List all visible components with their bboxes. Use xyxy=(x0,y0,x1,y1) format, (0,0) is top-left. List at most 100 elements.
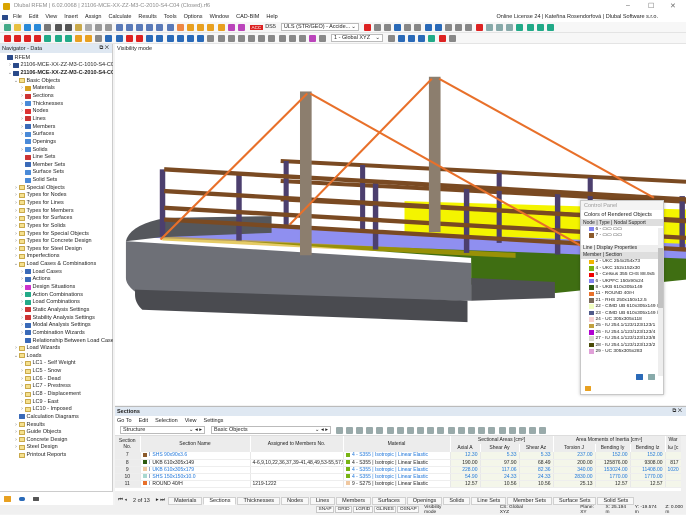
tab-solid-sets[interactable]: Solid Sets xyxy=(597,496,635,505)
open-icon[interactable] xyxy=(13,23,21,31)
measure-icon[interactable] xyxy=(319,34,327,42)
tree-item[interactable]: ⌄21106-MCE-XX-ZZ-M3-C-2010-S4-C04 (Close… xyxy=(0,69,113,77)
menu-assign[interactable]: Assign xyxy=(85,14,102,20)
col-section-no[interactable]: Section No. xyxy=(115,436,141,452)
group-member-section[interactable]: Member | Section xyxy=(581,251,663,259)
color-swatch[interactable] xyxy=(589,342,594,348)
result-icon[interactable] xyxy=(227,23,235,31)
load2-icon[interactable] xyxy=(394,23,402,31)
select-icon[interactable] xyxy=(335,426,343,434)
line-d-icon[interactable] xyxy=(288,34,296,42)
member-icon[interactable] xyxy=(23,34,31,42)
object-type-select[interactable]: Basic Objects ⌄ ◂ ▸ xyxy=(211,426,331,434)
cell-section-name[interactable]: I SHS 150x150x10.0 xyxy=(140,473,251,481)
apply-colors-icon[interactable] xyxy=(636,374,643,380)
tab-surfaces[interactable]: Surfaces xyxy=(372,496,406,505)
color-swatch[interactable] xyxy=(589,310,594,316)
tree-item[interactable]: › Imperfections xyxy=(0,253,113,261)
tree-item[interactable]: › Types for Surfaces xyxy=(0,214,113,222)
color-swatch[interactable] xyxy=(589,317,594,322)
tree-item[interactable]: › LC7 - Prestress xyxy=(0,383,113,391)
tree-item[interactable]: › Nodes xyxy=(0,107,113,115)
snap2-icon[interactable] xyxy=(115,34,123,42)
group-nodal-support[interactable]: Node | Type | Nodal Support xyxy=(581,219,663,226)
color-swatch[interactable] xyxy=(589,291,594,297)
color-swatch[interactable] xyxy=(589,233,594,238)
select2-icon[interactable] xyxy=(166,34,174,42)
color-swatch[interactable] xyxy=(589,266,594,271)
table-row[interactable]: 9 I UKB 610x305x179 4 - S355 | Isotropic | … xyxy=(115,466,682,474)
box-icon[interactable] xyxy=(485,23,493,31)
excel-icon[interactable] xyxy=(529,426,537,434)
axes-icon[interactable] xyxy=(516,23,524,31)
group-line-display[interactable]: Line | Display Properties xyxy=(581,244,663,252)
cell-section-name[interactable]: I ROUND 40/H xyxy=(140,480,251,488)
col-material[interactable]: Material xyxy=(343,436,451,452)
tree-item[interactable]: › LC1 - Self Weight xyxy=(0,360,113,368)
toggle-lgrid[interactable]: LGRID xyxy=(353,506,373,513)
dim-icon[interactable] xyxy=(74,34,82,42)
dim2-icon[interactable] xyxy=(85,34,93,42)
move2-icon[interactable] xyxy=(427,426,435,434)
tab-sections[interactable]: Sections xyxy=(203,496,237,505)
tree-item[interactable]: › Types for Solids xyxy=(0,222,113,230)
save-icon[interactable] xyxy=(54,23,62,31)
tree-item[interactable]: RFEM xyxy=(0,54,113,62)
color-swatch[interactable] xyxy=(589,278,594,284)
view4-icon[interactable] xyxy=(146,23,154,31)
tree-item[interactable]: ⌄ Load Cases & Combinations xyxy=(0,260,113,268)
tab-line-sets[interactable]: Line Sets xyxy=(471,496,507,505)
cut4-icon[interactable] xyxy=(237,34,245,42)
tree-item[interactable]: › Types for Steel Design xyxy=(0,245,113,253)
minimize-button[interactable]: – xyxy=(626,2,630,9)
tree-item[interactable]: › Sections xyxy=(0,92,113,100)
page-icon[interactable] xyxy=(85,23,93,31)
filter-icon[interactable] xyxy=(447,426,455,434)
tree-item[interactable]: › Solids xyxy=(0,146,113,154)
menu-tools[interactable]: Tools xyxy=(164,14,177,20)
view3-icon[interactable] xyxy=(136,23,144,31)
col-assigned-members[interactable]: Assigned to Members No. xyxy=(250,436,344,452)
tab-solids[interactable]: Solids xyxy=(443,496,471,505)
tree-item[interactable]: Printout Reports xyxy=(0,451,113,459)
sect2-icon[interactable] xyxy=(465,23,473,31)
color-swatch[interactable] xyxy=(589,226,594,232)
cut3-icon[interactable] xyxy=(227,34,235,42)
load3-icon[interactable] xyxy=(64,34,72,42)
print-icon[interactable] xyxy=(64,23,72,31)
grid2-icon[interactable] xyxy=(136,34,144,42)
tree-item[interactable]: Line Sets xyxy=(0,153,113,161)
calc4-icon[interactable] xyxy=(217,23,225,31)
control-panel-title[interactable]: Control Panel xyxy=(581,201,663,210)
load-icon[interactable] xyxy=(383,23,391,31)
cut5-icon[interactable] xyxy=(248,34,256,42)
color-swatch[interactable] xyxy=(589,304,594,309)
support-icon[interactable] xyxy=(34,34,42,42)
tab-openings[interactable]: Openings xyxy=(406,496,443,505)
tree-item[interactable]: › Static Analysis Settings xyxy=(0,306,113,314)
axes4-icon[interactable] xyxy=(546,23,554,31)
grid3-icon[interactable] xyxy=(146,34,154,42)
tree-item[interactable]: › Stability Analysis Settings xyxy=(0,314,113,322)
control-panel-scrollbar[interactable] xyxy=(658,228,663,376)
tree-item[interactable]: › Types for Members xyxy=(0,207,113,215)
render2-icon[interactable] xyxy=(397,34,405,42)
table-row[interactable]: 10 I SHS 150x150x10.0 4 - S355 | Isotropic … xyxy=(115,473,682,481)
menu-insert[interactable]: Insert xyxy=(64,14,78,20)
col-shear-ay[interactable]: Shear Ay xyxy=(480,444,520,452)
table-row[interactable]: 7 I SHS 90x90x3.6 4 - S355 | Isotropic | Li… xyxy=(115,452,682,460)
formula-icon[interactable] xyxy=(457,426,465,434)
report-icon[interactable] xyxy=(74,23,82,31)
first-prev-page-buttons[interactable]: ⏮ ◂ xyxy=(118,497,127,504)
tree-item[interactable]: › Types for Concrete Design xyxy=(0,237,113,245)
snap-icon[interactable] xyxy=(105,34,113,42)
table-icon[interactable] xyxy=(414,23,422,31)
dim3-icon[interactable] xyxy=(95,34,103,42)
line-icon[interactable] xyxy=(445,23,452,31)
guide-icon[interactable] xyxy=(438,34,446,42)
cell-section-name[interactable]: I UKB 610x305x179 xyxy=(140,466,251,474)
axes2-icon[interactable] xyxy=(526,23,534,31)
render4-icon[interactable] xyxy=(418,34,426,42)
sections-menu-selection[interactable]: Selection xyxy=(155,418,178,424)
export-icon[interactable] xyxy=(498,426,506,434)
